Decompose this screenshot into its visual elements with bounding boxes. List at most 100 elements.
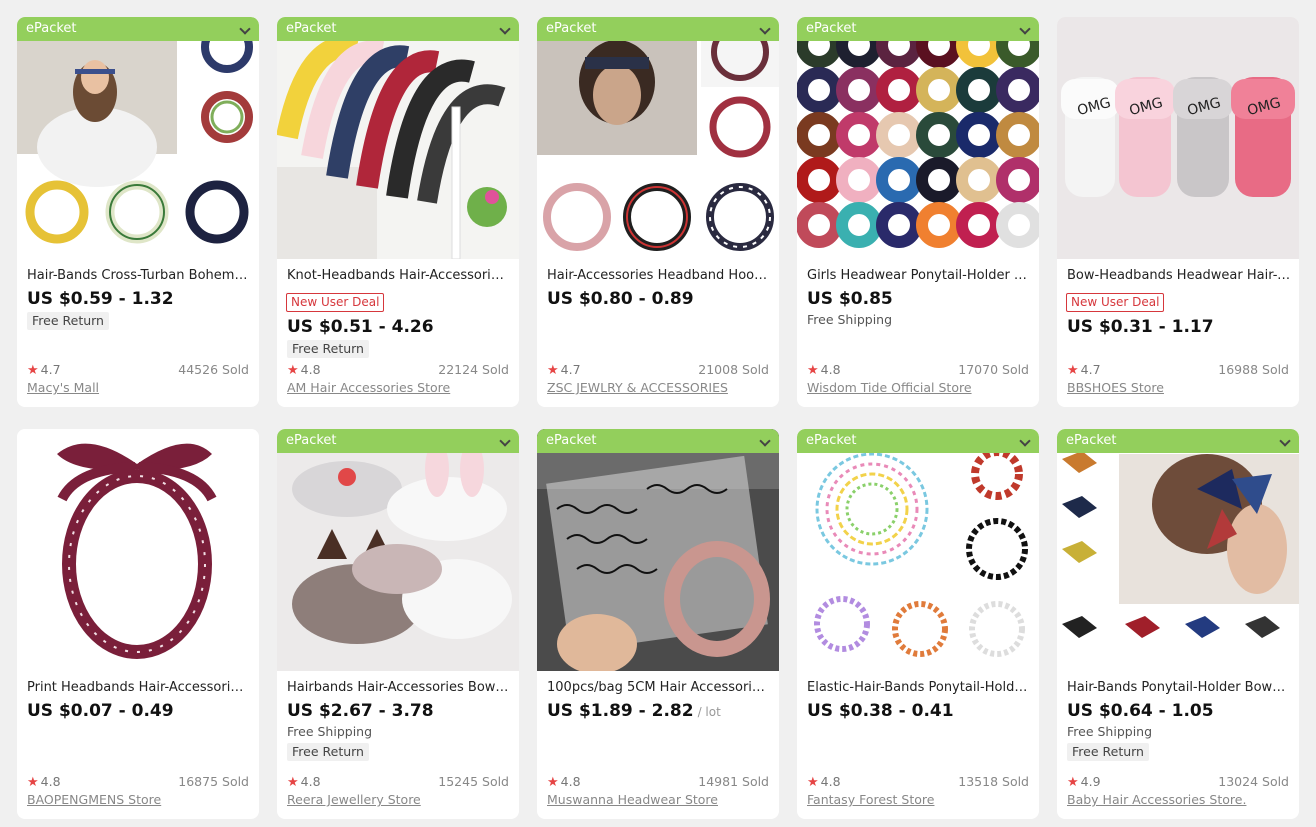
rating: ★ 4.8 [287, 774, 321, 790]
epacket-badge: ePacket [17, 17, 259, 41]
product-image[interactable] [277, 17, 519, 259]
product-card[interactable]: ePacket Hair-Bands Ponytail-Holder Bowkn… [1057, 429, 1299, 819]
product-title[interactable]: Hairbands Hair-Accessories Bow F... [287, 680, 511, 695]
product-card[interactable]: ePacket Hair-Bands Cross-Turban Bohemian… [17, 17, 259, 407]
new-user-deal-badge: New User Deal [1066, 293, 1165, 312]
rating: ★ 4.8 [27, 774, 61, 790]
store-link[interactable]: BAOPENGMENS Store [27, 792, 161, 807]
free-shipping-text: Free Shipping [1067, 724, 1153, 739]
product-title[interactable]: Knot-Headbands Hair-Accessories ... [287, 268, 511, 283]
product-price: US $0.59 - 1.32 [27, 289, 174, 309]
sold-count: 16875 Sold [178, 774, 249, 789]
chevron-down-icon[interactable] [1019, 23, 1031, 35]
chevron-down-icon[interactable] [1279, 435, 1291, 447]
sold-count: 13518 Sold [958, 774, 1029, 789]
product-title[interactable]: Hair-Bands Ponytail-Holder Bowkn... [1067, 680, 1291, 695]
epacket-badge: ePacket [797, 17, 1039, 41]
product-image[interactable] [797, 429, 1039, 671]
rating: ★ 4.8 [807, 362, 841, 378]
chevron-down-icon[interactable] [239, 23, 251, 35]
sold-count: 21008 Sold [698, 362, 769, 377]
free-shipping-text: Free Shipping [287, 724, 373, 739]
chevron-down-icon[interactable] [759, 435, 771, 447]
sold-count: 16988 Sold [1218, 362, 1289, 377]
sold-count: 14981 Sold [698, 774, 769, 789]
epacket-badge: ePacket [537, 429, 779, 453]
star-icon: ★ [547, 363, 559, 378]
chevron-down-icon[interactable] [499, 23, 511, 35]
store-link[interactable]: AM Hair Accessories Store [287, 380, 450, 395]
sold-count: 15245 Sold [438, 774, 509, 789]
product-price: US $0.85 [807, 289, 893, 309]
product-image[interactable] [17, 429, 259, 671]
epacket-badge: ePacket [277, 17, 519, 41]
product-image[interactable] [1057, 429, 1299, 671]
store-link[interactable]: Muswanna Headwear Store [547, 792, 718, 807]
star-icon: ★ [1067, 775, 1079, 790]
rating: ★ 4.7 [27, 362, 61, 378]
rating: ★ 4.7 [547, 362, 581, 378]
chevron-down-icon[interactable] [499, 435, 511, 447]
product-card[interactable]: ePacket Hair-Accessories Headband Hoop .… [537, 17, 779, 407]
product-card[interactable]: ePacket Knot-Headbands Hair-Accessories … [277, 17, 519, 407]
sold-count: 22124 Sold [438, 362, 509, 377]
product-title[interactable]: Print Headbands Hair-Accessories ... [27, 680, 251, 695]
star-icon: ★ [547, 775, 559, 790]
chevron-down-icon[interactable] [1019, 435, 1031, 447]
free-return-tag: Free Return [1067, 743, 1149, 761]
chevron-down-icon[interactable] [759, 23, 771, 35]
product-image[interactable] [277, 429, 519, 671]
free-return-tag: Free Return [287, 743, 369, 761]
new-user-deal-badge: New User Deal [286, 293, 385, 312]
product-title[interactable]: Hair-Accessories Headband Hoop ... [547, 268, 771, 283]
star-icon: ★ [27, 363, 39, 378]
product-price: US $0.64 - 1.05 [1067, 701, 1214, 721]
product-card[interactable]: ePacket Hairbands Hair-Accessories Bow F… [277, 429, 519, 819]
store-link[interactable]: Fantasy Forest Store [807, 792, 934, 807]
product-price: US $0.07 - 0.49 [27, 701, 174, 721]
free-return-tag: Free Return [27, 312, 109, 330]
product-card[interactable]: OMG OMG OMG OMG Bow-Headbands Headwear H… [1057, 17, 1299, 407]
store-link[interactable]: Baby Hair Accessories Store. [1067, 792, 1246, 807]
rating: ★ 4.8 [807, 774, 841, 790]
store-link[interactable]: Wisdom Tide Official Store [807, 380, 972, 395]
star-icon: ★ [287, 363, 299, 378]
star-icon: ★ [1067, 363, 1079, 378]
product-title[interactable]: Hair-Bands Cross-Turban Bohemian... [27, 268, 251, 283]
product-price: US $1.89 - 2.82/ lot [547, 701, 721, 721]
store-link[interactable]: BBSHOES Store [1067, 380, 1164, 395]
rating: ★ 4.7 [1067, 362, 1101, 378]
rating: ★ 4.8 [287, 362, 321, 378]
product-card[interactable]: ePacket Girls Headwear Ponytail-Holder H… [797, 17, 1039, 407]
product-title[interactable]: 100pcs/bag 5CM Hair Accessories ... [547, 680, 771, 695]
product-price: US $0.51 - 4.26 [287, 317, 434, 337]
rating: ★ 4.8 [547, 774, 581, 790]
store-link[interactable]: Macy's Mall [27, 380, 99, 395]
product-image[interactable] [537, 429, 779, 671]
store-link[interactable]: ZSC JEWLRY & ACCESSORIES [547, 380, 728, 395]
product-image[interactable] [797, 17, 1039, 259]
product-price: US $2.67 - 3.78 [287, 701, 434, 721]
product-card[interactable]: ePacket Elastic-Hair-Bands Ponytail-Hold… [797, 429, 1039, 819]
free-shipping-text: Free Shipping [807, 312, 893, 327]
product-image[interactable] [537, 17, 779, 259]
star-icon: ★ [807, 775, 819, 790]
product-price: US $0.38 - 0.41 [807, 701, 954, 721]
product-image[interactable] [17, 17, 259, 259]
epacket-badge: ePacket [537, 17, 779, 41]
rating: ★ 4.9 [1067, 774, 1101, 790]
star-icon: ★ [287, 775, 299, 790]
sold-count: 13024 Sold [1218, 774, 1289, 789]
free-return-tag: Free Return [287, 340, 369, 358]
product-title[interactable]: Girls Headwear Ponytail-Holder Ha... [807, 268, 1031, 283]
epacket-badge: ePacket [277, 429, 519, 453]
product-image[interactable]: OMG OMG OMG OMG [1057, 17, 1299, 259]
product-card[interactable]: ePacket 100pcs/bag 5CM Hair Accessories … [537, 429, 779, 819]
product-price: US $0.31 - 1.17 [1067, 317, 1214, 337]
product-card[interactable]: Print Headbands Hair-Accessories ... US … [17, 429, 259, 819]
price-unit: / lot [697, 705, 721, 719]
epacket-badge: ePacket [1057, 429, 1299, 453]
product-title[interactable]: Bow-Headbands Headwear Hair-A... [1067, 268, 1291, 283]
product-title[interactable]: Elastic-Hair-Bands Ponytail-Holder ... [807, 680, 1031, 695]
store-link[interactable]: Reera Jewellery Store [287, 792, 421, 807]
